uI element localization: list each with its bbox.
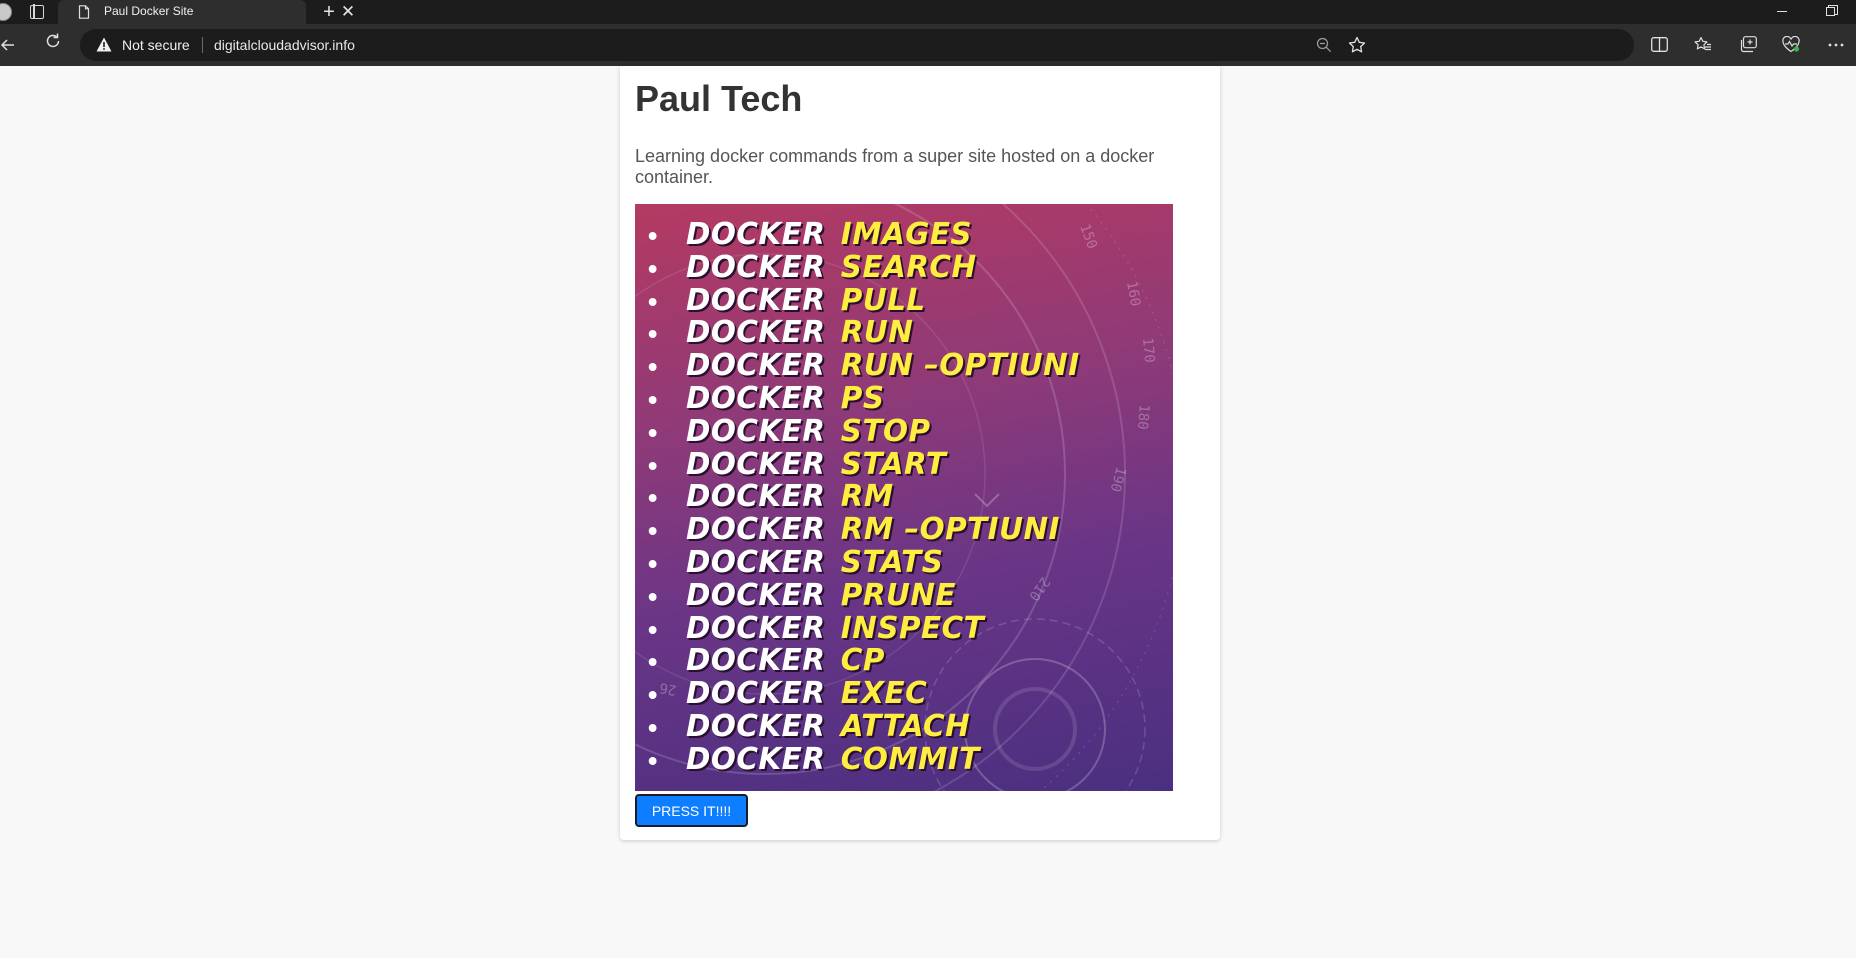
bullet-icon [648, 461, 657, 470]
zoom-out-icon[interactable] [1316, 37, 1332, 53]
page-viewport: Paul Tech Learning docker commands from … [0, 66, 1856, 958]
command-keyword: DOCKER [685, 708, 826, 744]
star-icon[interactable] [1348, 36, 1366, 54]
bullet-icon [648, 625, 657, 634]
browser-toolbar: Not secure digitalcloudadvisor.info [0, 24, 1856, 66]
press-it-button[interactable]: PRESS IT!!!! [635, 794, 748, 827]
command-argument: INSPECT [840, 610, 985, 646]
command-keyword: DOCKER [685, 512, 826, 548]
refresh-icon[interactable] [44, 32, 62, 50]
page-icon [78, 5, 90, 19]
tab-bar: Paul Docker Site ✕ + [0, 0, 1856, 24]
dial-number: 170 [1139, 337, 1157, 364]
command-keyword: DOCKER [685, 217, 826, 252]
split-screen-icon[interactable] [1651, 37, 1668, 52]
favorites-icon[interactable] [1694, 36, 1712, 53]
command-argument: START [840, 446, 947, 482]
command-argument: RM [840, 479, 894, 515]
bullet-icon [648, 330, 657, 339]
docker-commands-poster: 150 160 170 180 190 210 26 DOCKER IMAGES D… [635, 204, 1173, 791]
command-keyword: DOCKER [685, 577, 826, 613]
dial-number: 160 [1123, 280, 1143, 308]
minimize-icon[interactable] [1775, 6, 1789, 18]
dial-number: 210 [1025, 574, 1053, 604]
restore-icon[interactable] [1826, 5, 1838, 17]
command-argument: CP [840, 643, 885, 679]
command-keyword: DOCKER [685, 249, 826, 285]
bullet-icon [648, 428, 657, 437]
profile-avatar-icon[interactable] [0, 3, 12, 21]
bullet-icon [648, 363, 657, 372]
tab-actions-icon[interactable] [30, 4, 44, 19]
content-card: Paul Tech Learning docker commands from … [620, 66, 1220, 840]
tab-title: Paul Docker Site [104, 4, 194, 18]
command-keyword: DOCKER [685, 348, 826, 384]
command-argument: PRUNE [840, 577, 957, 613]
command-keyword: DOCKER [685, 413, 826, 449]
tab-active[interactable]: Paul Docker Site ✕ [58, 0, 355, 24]
close-icon[interactable]: ✕ [338, 2, 358, 22]
browser-essentials-icon[interactable] [1782, 36, 1800, 53]
command-argument: RUN [840, 315, 914, 351]
bullet-icon [648, 232, 657, 240]
bullet-icon [648, 592, 657, 601]
warning-icon[interactable] [96, 37, 112, 52]
address-separator [202, 37, 203, 53]
command-keyword: DOCKER [685, 741, 826, 777]
back-icon[interactable] [0, 37, 16, 53]
page-title: Paul Tech [635, 78, 803, 119]
command-keyword: DOCKER [685, 380, 826, 416]
command-keyword: DOCKER [685, 479, 826, 515]
bullet-icon [648, 723, 657, 732]
bullet-icon [648, 691, 657, 700]
command-argument: PULL [840, 282, 926, 318]
bullet-icon [648, 527, 657, 536]
command-keyword: DOCKER [685, 446, 826, 482]
dial-number: 150 [1076, 222, 1100, 251]
collections-icon[interactable] [1739, 36, 1757, 53]
dial-number: 180 [1134, 404, 1152, 431]
command-argument: EXEC [840, 676, 928, 712]
command-keyword: DOCKER [685, 643, 826, 679]
command-keyword: DOCKER [685, 544, 826, 580]
command-argument: STATS [840, 544, 944, 580]
bullet-icon [648, 297, 657, 306]
command-keyword: DOCKER [685, 676, 826, 712]
command-argument: SEARCH [840, 249, 977, 285]
plus-icon[interactable]: + [318, 1, 340, 23]
command-keyword: DOCKER [685, 282, 826, 318]
security-status[interactable]: Not secure [122, 37, 190, 53]
command-argument: RM –OPTIUNI [840, 512, 1060, 548]
command-argument: ATTACH [840, 708, 971, 744]
page-description: Learning docker commands from a super si… [635, 146, 1155, 187]
bullet-icon [648, 756, 657, 765]
more-icon[interactable] [1828, 43, 1844, 47]
command-argument: IMAGES [840, 217, 973, 252]
command-argument: RUN –OPTIUNI [840, 348, 1080, 384]
command-argument: PS [840, 380, 885, 416]
bullet-icon [648, 658, 657, 667]
command-keyword: DOCKER [685, 315, 826, 351]
command-keyword: DOCKER [685, 610, 826, 646]
bullet-icon [648, 395, 657, 404]
address-bar[interactable]: Not secure digitalcloudadvisor.info [80, 29, 1634, 61]
command-argument: STOP [840, 413, 931, 449]
dial-number: 26 [658, 679, 677, 698]
url-text[interactable]: digitalcloudadvisor.info [214, 37, 355, 53]
command-argument: COMMIT [840, 741, 980, 777]
bullet-icon [648, 494, 657, 503]
bullet-icon [648, 559, 657, 568]
bullet-icon [648, 264, 657, 273]
